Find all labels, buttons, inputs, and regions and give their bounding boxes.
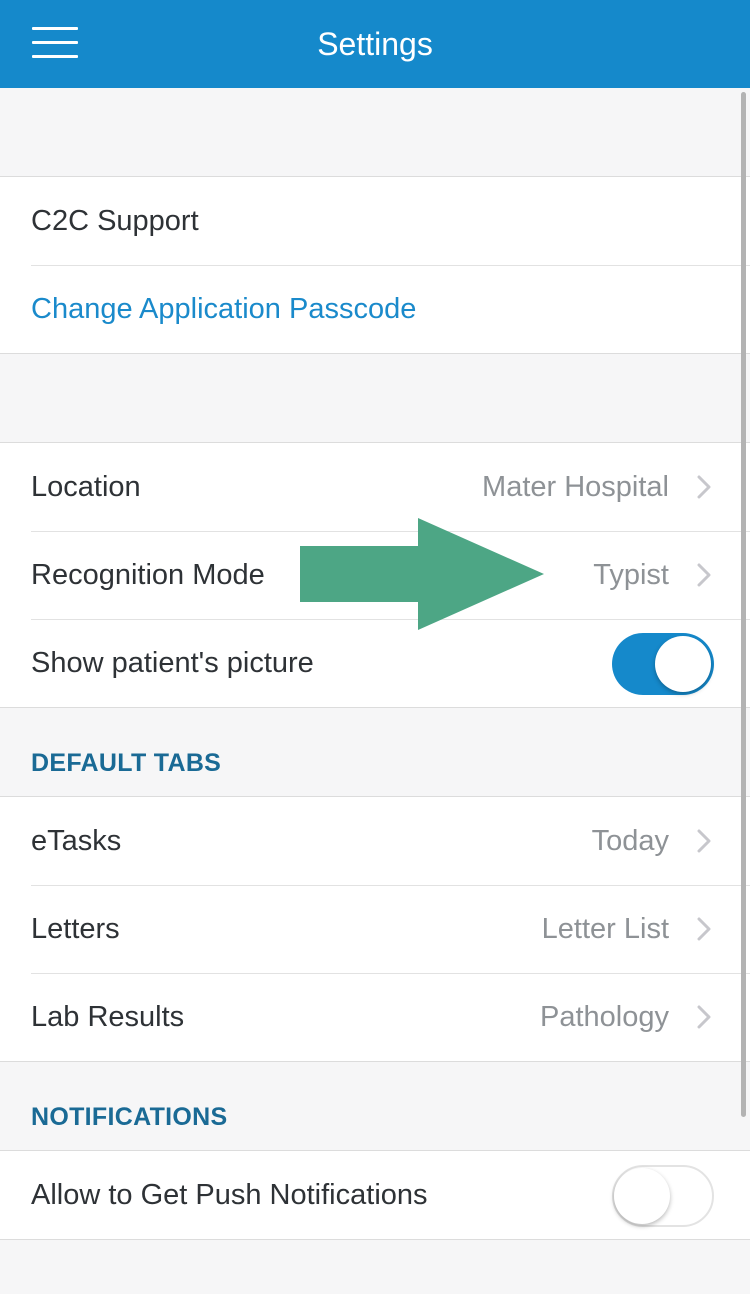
c2c-support-row[interactable]: C2C Support — [0, 177, 750, 265]
default-tabs-header: DEFAULT TABS — [0, 708, 750, 796]
letters-row[interactable]: Letters Letter List — [0, 885, 750, 973]
row-label: eTasks — [31, 825, 122, 857]
section-header-label: NOTIFICATIONS — [31, 1103, 228, 1131]
row-label: Allow to Get Push Notifications — [31, 1179, 428, 1211]
default-tabs-group: eTasks Today Letters Letter List Lab Res… — [0, 796, 750, 1062]
etasks-value: Today — [591, 825, 669, 857]
chevron-right-icon — [697, 475, 711, 499]
letters-value: Letter List — [541, 913, 669, 945]
chevron-right-icon — [697, 917, 711, 941]
row-label: Location — [31, 471, 141, 503]
recognition-mode-value: Typist — [593, 559, 669, 591]
push-notifications-toggle[interactable] — [612, 1165, 714, 1227]
push-notifications-row: Allow to Get Push Notifications — [0, 1151, 750, 1239]
row-label: Show patient's picture — [31, 647, 314, 679]
notifications-header: NOTIFICATIONS — [0, 1062, 750, 1150]
row-label: C2C Support — [31, 205, 199, 237]
navigation-bar: Settings — [0, 0, 750, 88]
section-header-label: DEFAULT TABS — [31, 749, 222, 777]
row-label: Recognition Mode — [31, 559, 265, 591]
toggle-knob — [655, 636, 711, 692]
section-spacer — [0, 88, 750, 176]
toggle-knob — [614, 1168, 670, 1224]
scrollbar[interactable] — [741, 92, 746, 1117]
row-label: Letters — [31, 913, 120, 945]
etasks-row[interactable]: eTasks Today — [0, 797, 750, 885]
change-passcode-link[interactable]: Change Application Passcode — [31, 265, 416, 353]
show-patient-picture-row: Show patient's picture — [0, 619, 750, 707]
page-title: Settings — [317, 26, 433, 62]
section-spacer — [0, 354, 750, 442]
lab-results-row[interactable]: Lab Results Pathology — [0, 973, 750, 1061]
chevron-right-icon — [697, 829, 711, 853]
notifications-group: Allow to Get Push Notifications — [0, 1150, 750, 1240]
arrow-right-icon — [300, 518, 544, 630]
support-group: C2C Support Change Application Passcode — [0, 176, 750, 354]
chevron-right-icon — [697, 563, 711, 587]
lab-results-value: Pathology — [540, 1001, 669, 1033]
chevron-right-icon — [697, 1005, 711, 1029]
show-patient-picture-toggle[interactable] — [612, 633, 714, 695]
settings-list: C2C Support Change Application Passcode … — [0, 88, 750, 1240]
row-label: Lab Results — [31, 1001, 185, 1033]
change-passcode-row[interactable]: Change Application Passcode — [0, 265, 750, 353]
